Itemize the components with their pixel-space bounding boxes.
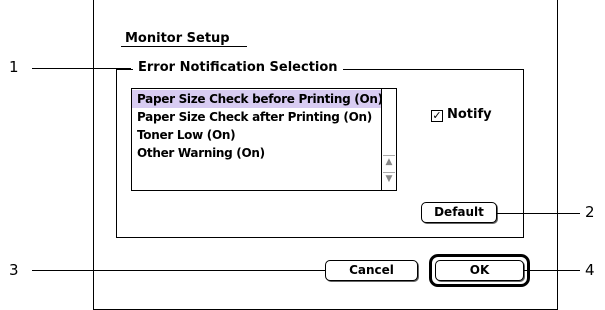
notification-listbox[interactable]: Paper Size Check before Printing (On) Pa… (131, 88, 397, 191)
list-item-toner-low[interactable]: Toner Low (On) (132, 126, 382, 144)
list-item-other-warning[interactable]: Other Warning (On) (132, 144, 382, 162)
callout-number-4: 4 (585, 261, 595, 279)
scroll-up-arrow-icon[interactable]: ▲ (383, 155, 395, 168)
error-notification-group-label: Error Notification Selection (133, 59, 343, 77)
default-button[interactable]: Default (421, 202, 497, 223)
list-item-paper-size-after[interactable]: Paper Size Check after Printing (On) (132, 108, 382, 126)
listbox-scrollbar[interactable]: ▲ ▼ (381, 89, 396, 190)
monitor-setup-title: Monitor Setup (125, 31, 230, 46)
scroll-down-arrow-icon[interactable]: ▼ (383, 172, 395, 185)
notify-checkbox[interactable]: ✓ (431, 110, 443, 122)
cancel-button[interactable]: Cancel (325, 260, 418, 281)
ok-button[interactable]: OK (435, 260, 524, 281)
callout-line-1 (32, 68, 131, 69)
notification-list: Paper Size Check before Printing (On) Pa… (132, 90, 382, 162)
notify-label[interactable]: Notify (447, 107, 492, 123)
callout-line-2 (497, 213, 580, 214)
callout-number-1: 1 (9, 58, 19, 76)
callout-line-3 (32, 270, 325, 271)
callout-line-4 (524, 270, 580, 271)
callout-number-2: 2 (585, 203, 595, 221)
title-underline (121, 46, 247, 47)
callout-number-3: 3 (9, 261, 19, 279)
list-item-paper-size-before[interactable]: Paper Size Check before Printing (On) (132, 90, 382, 108)
